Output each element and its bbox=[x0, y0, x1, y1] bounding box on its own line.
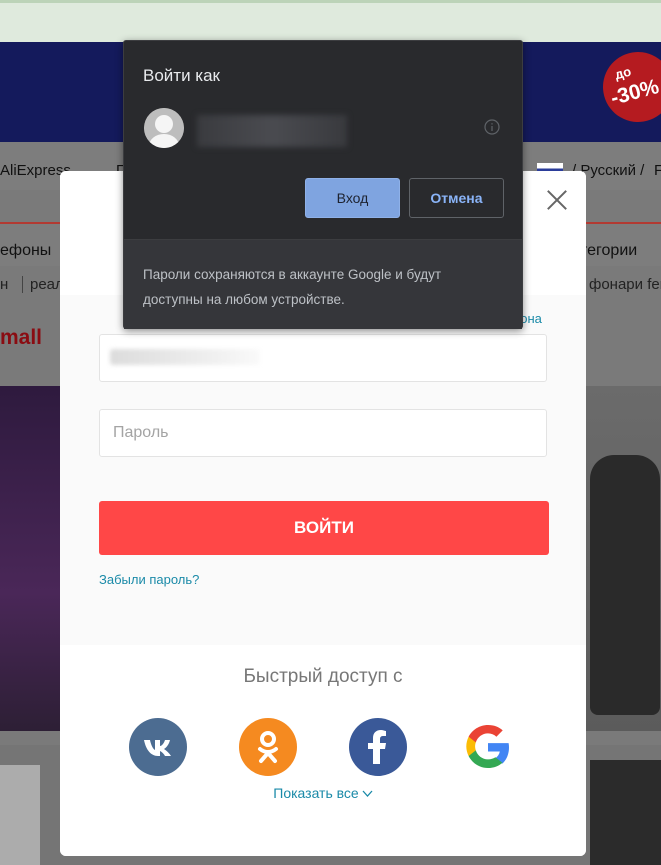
nav-extra[interactable]: F bbox=[654, 162, 661, 179]
suggestion-1[interactable]: н bbox=[0, 276, 8, 293]
close-icon[interactable] bbox=[546, 189, 568, 211]
password-placeholder: Пароль bbox=[113, 424, 169, 441]
avatar bbox=[144, 108, 184, 148]
forgot-password-link[interactable]: Забыли пароль? bbox=[99, 572, 199, 587]
google-icon bbox=[466, 725, 509, 768]
category-phones[interactable]: ефоны bbox=[0, 242, 51, 260]
show-all-label: Показать все bbox=[273, 785, 359, 801]
google-login-button[interactable] bbox=[459, 718, 517, 776]
show-all-link[interactable]: Показать все bbox=[60, 785, 586, 801]
prompt-title: Войти как bbox=[143, 66, 220, 85]
browser-info-bar bbox=[0, 0, 661, 42]
password-input[interactable]: Пароль bbox=[99, 409, 547, 457]
prompt-footer-text: Пароли сохраняются в аккаунте Google и б… bbox=[143, 267, 442, 307]
tmall-logo[interactable]: mall bbox=[0, 326, 42, 350]
signin-button[interactable]: Вход bbox=[305, 178, 400, 218]
discount-prefix: до bbox=[613, 63, 633, 83]
all-categories[interactable]: тегории bbox=[580, 242, 637, 260]
blurred-account-name[interactable] bbox=[197, 115, 347, 147]
odnoklassniki-login-button[interactable] bbox=[239, 718, 297, 776]
google-signin-prompt: Войти как Вход Отмена Пароли сохраняются… bbox=[123, 40, 523, 329]
facebook-icon bbox=[368, 730, 386, 764]
product-thumb-right[interactable] bbox=[590, 760, 661, 865]
vk-login-button[interactable] bbox=[129, 718, 187, 776]
login-input[interactable] bbox=[99, 334, 547, 382]
login-button[interactable]: ВОЙТИ bbox=[99, 501, 549, 555]
info-icon[interactable] bbox=[484, 119, 500, 135]
suggestion-2[interactable]: реал bbox=[22, 276, 64, 293]
product-thumb-left[interactable] bbox=[0, 765, 40, 865]
blurred-login-value bbox=[110, 349, 260, 365]
quick-access-title: Быстрый доступ с bbox=[243, 666, 403, 687]
odnoklassniki-icon bbox=[258, 731, 278, 763]
backpack-image bbox=[590, 455, 660, 715]
chevron-down-icon bbox=[362, 790, 373, 798]
suggestion-3[interactable]: фонари fer bbox=[589, 276, 661, 293]
hero-image-left[interactable] bbox=[0, 386, 60, 731]
prompt-footer: Пароли сохраняются в аккаунте Google и б… bbox=[124, 239, 522, 329]
vk-icon bbox=[144, 740, 171, 756]
cancel-button[interactable]: Отмена bbox=[409, 178, 504, 218]
facebook-login-button[interactable] bbox=[349, 718, 407, 776]
user-icon bbox=[144, 108, 184, 148]
